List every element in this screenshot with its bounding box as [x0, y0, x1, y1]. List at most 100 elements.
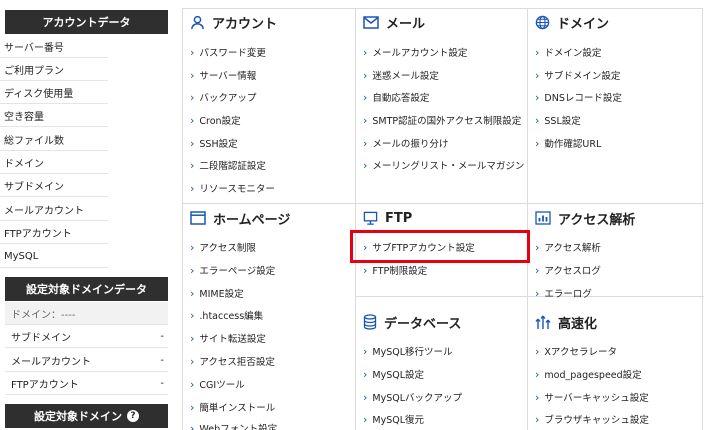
row-divider	[182, 203, 704, 204]
link-server-cache[interactable]: › サーバーキャッシュ設定	[535, 390, 649, 405]
link-label: メーリングリスト・メールマガジン	[372, 161, 525, 172]
link-mysql-migration[interactable]: › MySQL移行ツール	[363, 344, 453, 359]
link-error-log[interactable]: › エラーログ	[535, 286, 592, 301]
link-mysql-settings[interactable]: › MySQL設定	[363, 367, 425, 382]
link-two-factor[interactable]: › 二段階認証設定	[190, 158, 266, 173]
chevron-right-icon: ›	[363, 90, 368, 104]
section-account-title: アカウント	[190, 9, 277, 35]
link-label: 動作確認URL	[544, 139, 602, 150]
link-label: MySQL移行ツール	[372, 347, 453, 358]
link-label: パスワード変更	[199, 48, 266, 59]
link-mail-filter[interactable]: › メールの振り分け	[363, 136, 448, 151]
link-easy-install[interactable]: › 簡単インストール	[190, 400, 276, 415]
link-label: MIME設定	[199, 289, 244, 300]
chevron-right-icon: ›	[535, 344, 540, 358]
link-cgi-tool[interactable]: › CGIツール	[190, 377, 245, 392]
domain-row-subdomain: サブドメイン -	[5, 325, 168, 348]
link-label: 簡単インストール	[199, 403, 276, 414]
link-label: MySQL設定	[372, 370, 425, 381]
section-homepage-label: ホームページ	[213, 212, 291, 228]
row-divider	[355, 296, 704, 297]
link-backup[interactable]: › バックアップ	[190, 90, 256, 105]
chevron-right-icon: ›	[190, 240, 195, 254]
link-site-redirect[interactable]: › サイト転送設定	[190, 331, 266, 346]
link-error-page[interactable]: › エラーページ設定	[190, 263, 275, 278]
link-label: サーバー情報	[199, 71, 257, 82]
link-access-log[interactable]: › アクセスログ	[535, 263, 601, 278]
link-subdomain-settings[interactable]: › サブドメイン設定	[535, 68, 621, 83]
domain-row-domain: ドメイン：----	[5, 302, 168, 325]
account-data-header: アカウントデータ	[5, 10, 168, 34]
link-dns-record[interactable]: › DNSレコード設定	[535, 90, 622, 105]
domain-row-value: -	[160, 354, 164, 366]
section-mail-title: メール	[363, 9, 425, 35]
link-label: SMTP認証の国外アクセス制限設定	[372, 116, 522, 127]
chevron-right-icon: ›	[535, 68, 540, 82]
link-web-font[interactable]: › Webフォント設定	[190, 421, 277, 430]
link-spam[interactable]: › 迷惑メール設定	[363, 68, 439, 83]
section-database-label: データベース	[384, 316, 462, 332]
link-mime[interactable]: › MIME設定	[190, 286, 244, 301]
account-data-title: アカウントデータ	[42, 16, 131, 29]
chevron-right-icon: ›	[363, 68, 368, 82]
link-ftp-restriction[interactable]: › FTP制限設定	[363, 263, 427, 278]
section-domain-title: ドメイン	[535, 9, 609, 35]
link-access-deny[interactable]: › アクセス拒否設定	[190, 354, 275, 369]
link-access-restriction[interactable]: › アクセス制限	[190, 240, 256, 255]
link-auto-reply[interactable]: › 自動応答設定	[363, 90, 430, 105]
link-x-accelerator[interactable]: › Xアクセラレータ	[535, 344, 617, 359]
sidebar-item-server-number: サーバー番号	[0, 35, 108, 58]
section-account-label: アカウント	[212, 16, 278, 32]
chevron-right-icon: ›	[190, 400, 195, 414]
globe-icon	[535, 15, 550, 29]
link-password-change[interactable]: › パスワード変更	[190, 45, 266, 60]
link-label: サブドメイン設定	[544, 71, 621, 82]
chevron-right-icon: ›	[363, 367, 368, 381]
sidebar-item-subdomain: サブドメイン	[0, 174, 108, 197]
link-smtp-restriction[interactable]: › SMTP認証の国外アクセス制限設定	[363, 113, 522, 128]
link-mysql-backup[interactable]: › MySQLバックアップ	[363, 390, 462, 405]
link-ssl[interactable]: › SSL設定	[535, 113, 581, 128]
link-mysql-restore[interactable]: › MySQL復元	[363, 412, 425, 427]
link-resource-monitor[interactable]: › リソースモニター	[190, 181, 275, 196]
database-icon	[363, 314, 377, 330]
link-server-info[interactable]: › サーバー情報	[190, 68, 257, 83]
chevron-right-icon: ›	[363, 263, 368, 277]
browser-window-icon	[190, 211, 206, 225]
link-label: サイト転送設定	[199, 334, 266, 345]
chevron-right-icon: ›	[535, 390, 540, 404]
section-speed-label: 高速化	[558, 316, 598, 332]
chevron-right-icon: ›	[363, 390, 368, 404]
chevron-right-icon: ›	[535, 240, 540, 254]
chevron-right-icon: ›	[363, 158, 368, 172]
link-cron[interactable]: › Cron設定	[190, 113, 241, 128]
sidebar-item-domain: ドメイン	[0, 151, 108, 174]
sidebar-item-ftp-account: FTPアカウント	[0, 221, 108, 244]
link-label: DNSレコード設定	[544, 93, 622, 104]
link-domain-settings[interactable]: › ドメイン設定	[535, 45, 601, 60]
link-label: Xアクセラレータ	[544, 347, 617, 358]
link-mailing-list[interactable]: › メーリングリスト・メールマガジン	[363, 158, 525, 173]
section-domain-label: ドメイン	[557, 16, 610, 32]
chevron-right-icon: ›	[535, 136, 540, 150]
domain-row-label: サブドメイン	[11, 332, 71, 344]
section-analytics-label: アクセス解析	[558, 212, 636, 228]
chevron-right-icon: ›	[535, 263, 540, 277]
link-mod-pagespeed[interactable]: › mod_pagespeed設定	[535, 367, 642, 382]
link-access-analytics[interactable]: › アクセス解析	[535, 240, 601, 255]
sidebar-item-mail-account: メールアカウント	[0, 198, 108, 221]
link-mail-account[interactable]: › メールアカウント設定	[363, 45, 467, 60]
link-label: MySQL復元	[372, 415, 425, 426]
section-speed-title: 高速化	[535, 309, 597, 335]
link-htaccess[interactable]: › .htaccess編集	[190, 308, 263, 323]
link-label: リソースモニター	[199, 184, 275, 195]
link-label: 迷惑メール設定	[372, 71, 439, 82]
link-label: CGIツール	[199, 380, 245, 391]
link-browser-cache[interactable]: › ブラウザキャッシュ設定	[535, 412, 649, 427]
chevron-right-icon: ›	[363, 344, 368, 358]
link-label: 自動応答設定	[372, 93, 430, 104]
help-icon[interactable]: ?	[127, 410, 139, 422]
link-label: SSL設定	[544, 116, 581, 127]
link-ssh[interactable]: › SSH設定	[190, 136, 238, 151]
link-check-url[interactable]: › 動作確認URL	[535, 136, 602, 151]
